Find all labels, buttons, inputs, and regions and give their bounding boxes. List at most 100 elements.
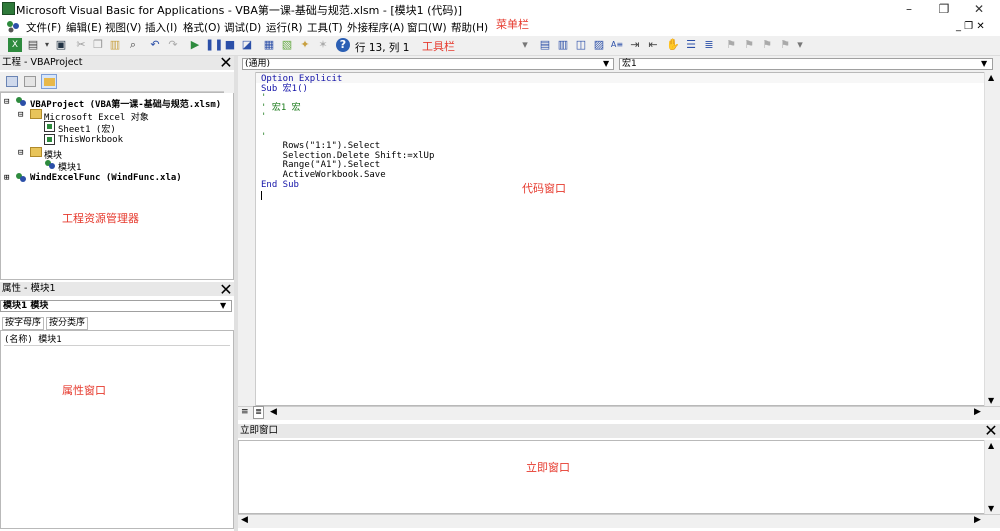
project-explorer-icon[interactable]: ▦: [262, 38, 276, 52]
paste-icon[interactable]: ▥: [108, 38, 122, 52]
tree-toggle-icon[interactable]: ⊟: [4, 97, 9, 107]
redo-icon[interactable]: ↷: [166, 38, 180, 52]
design-mode-icon[interactable]: ◪: [240, 38, 254, 52]
addin-project-icon: [15, 172, 27, 183]
menu-view[interactable]: 视图(V): [105, 20, 141, 35]
code-vertical-scrollbar[interactable]: [984, 72, 1000, 406]
outdent-icon[interactable]: ⇤: [646, 38, 660, 52]
code-editor[interactable]: [238, 72, 1000, 406]
tree-toggle-icon[interactable]: ⊞: [4, 173, 9, 183]
list-constants-icon[interactable]: ▥: [556, 38, 570, 52]
break-icon[interactable]: ❚❚: [205, 38, 223, 52]
scroll-right-icon[interactable]: ▶: [974, 515, 981, 525]
excel-view-icon[interactable]: [6, 20, 20, 33]
tab-alphabetic[interactable]: 按字母序: [2, 317, 45, 330]
code-horizontal-scrollbar[interactable]: [238, 406, 1000, 420]
annotation-properties: 属性窗口: [62, 384, 106, 397]
complete-word-icon[interactable]: A≡: [610, 38, 624, 52]
minimize-button[interactable]: –: [892, 0, 926, 18]
code-line[interactable]: ': [261, 113, 266, 123]
list-properties-icon[interactable]: ▤: [538, 38, 552, 52]
menu-help[interactable]: 帮助(H): [451, 20, 488, 35]
quick-info-icon[interactable]: ◫: [574, 38, 588, 52]
property-row-name[interactable]: (名称) 模块1: [4, 332, 230, 346]
tree-item-vbaproject[interactable]: VBAProject (VBA第一课-基础与规范.xlsm): [30, 97, 221, 110]
code-line[interactable]: End Sub: [261, 180, 299, 191]
toggle-folders-icon[interactable]: [41, 74, 57, 89]
scroll-down-icon[interactable]: ▼: [988, 396, 994, 405]
menu-addins[interactable]: 外接程序(A): [347, 20, 404, 35]
undo-icon[interactable]: ↶: [148, 38, 162, 52]
restore-button[interactable]: ❐: [927, 0, 961, 18]
menu-debug[interactable]: 调试(D): [224, 20, 261, 35]
properties-close-icon[interactable]: ✕: [219, 282, 233, 298]
text-cursor: [261, 191, 262, 200]
view-excel-icon[interactable]: X: [8, 38, 22, 52]
toolbox-icon[interactable]: ✶: [316, 38, 330, 52]
menu-edit[interactable]: 编辑(E): [66, 20, 102, 35]
menu-format[interactable]: 格式(O): [183, 20, 220, 35]
full-module-view-icon[interactable]: ≣: [253, 406, 264, 419]
code-line[interactable]: Sub 宏1(): [261, 84, 308, 95]
immediate-horizontal-scrollbar[interactable]: [238, 514, 1000, 528]
indent-icon[interactable]: ⇥: [628, 38, 642, 52]
copy-icon[interactable]: ❐: [91, 38, 105, 52]
immediate-close-icon[interactable]: ✕: [984, 423, 998, 439]
uncomment-block-icon[interactable]: ≣: [702, 38, 716, 52]
save-icon[interactable]: ▣: [54, 38, 68, 52]
reset-icon[interactable]: ■: [223, 38, 237, 52]
insert-userform-icon[interactable]: ▤: [26, 38, 40, 52]
procedure-combo[interactable]: 宏1: [619, 58, 993, 70]
menu-insert[interactable]: 插入(I): [145, 20, 177, 35]
menu-file[interactable]: 文件(F): [26, 20, 61, 35]
properties-icon[interactable]: ▧: [280, 38, 294, 52]
scroll-right-icon[interactable]: ▶: [974, 407, 981, 417]
parameter-info-icon[interactable]: ▨: [592, 38, 606, 52]
project-explorer-scrollbar[interactable]: [224, 73, 234, 93]
previous-bookmark-icon[interactable]: ⚑: [760, 38, 774, 52]
toggle-breakpoint-icon[interactable]: ✋: [666, 38, 680, 52]
procedure-view-icon[interactable]: ≡: [241, 407, 249, 417]
clear-bookmarks-icon[interactable]: ⚑: [778, 38, 792, 52]
code-line[interactable]: ' 宏1 宏: [261, 103, 301, 114]
run-icon[interactable]: ▶: [188, 38, 202, 52]
menu-tools[interactable]: 工具(T): [307, 20, 343, 35]
help-icon[interactable]: ?: [336, 38, 350, 52]
immediate-window-input[interactable]: [238, 440, 1000, 514]
scroll-up-icon[interactable]: ▲: [988, 441, 994, 450]
chevron-down-icon[interactable]: ▼: [220, 301, 226, 310]
view-object-icon[interactable]: [24, 76, 36, 87]
menu-window[interactable]: 窗口(W): [407, 20, 447, 35]
toolbar-overflow-icon-2[interactable]: ▾: [793, 38, 807, 52]
close-button[interactable]: ✕: [962, 0, 996, 18]
toggle-bookmark-icon[interactable]: ⚑: [724, 38, 738, 52]
cut-icon[interactable]: ✂: [74, 38, 88, 52]
tree-item-thisworkbook[interactable]: ThisWorkbook: [58, 135, 123, 145]
chevron-down-icon[interactable]: ▼: [603, 59, 609, 68]
dropdown-arrow-icon[interactable]: ▾: [40, 38, 54, 52]
object-browser-icon[interactable]: ✦: [298, 38, 312, 52]
scroll-left-icon[interactable]: ◀: [270, 407, 277, 417]
scroll-left-icon[interactable]: ◀: [241, 515, 248, 525]
tree-item-windexcelfunc[interactable]: WindExcelFunc (WindFunc.xla): [30, 173, 182, 183]
toolbar-overflow-icon[interactable]: ▾: [518, 38, 532, 52]
next-bookmark-icon[interactable]: ⚑: [742, 38, 756, 52]
scroll-up-icon[interactable]: ▲: [988, 73, 994, 82]
tree-item-module1[interactable]: 模块1: [58, 160, 81, 173]
chevron-down-icon[interactable]: ▼: [981, 59, 987, 68]
tree-toggle-icon[interactable]: ⊟: [18, 148, 23, 158]
object-combo[interactable]: (通用): [242, 58, 614, 70]
tab-categorized[interactable]: 按分类序: [46, 317, 89, 330]
properties-object-selector[interactable]: 模块1 模块: [0, 300, 232, 312]
view-code-icon[interactable]: [6, 76, 18, 87]
child-window-controls[interactable]: _ ❐ ✕: [956, 21, 985, 32]
tree-toggle-icon[interactable]: ⊟: [18, 110, 23, 120]
comment-block-icon[interactable]: ☰: [684, 38, 698, 52]
tree-item-sheet1[interactable]: Sheet1 (宏): [58, 122, 116, 135]
menu-run[interactable]: 运行(R): [266, 20, 303, 35]
margin-indicator-bar[interactable]: [238, 72, 256, 406]
scroll-down-icon[interactable]: ▼: [988, 504, 994, 513]
project-explorer-close-icon[interactable]: ✕: [219, 55, 233, 71]
immediate-vertical-scrollbar[interactable]: [984, 440, 1000, 514]
find-icon[interactable]: ⌕: [126, 38, 140, 52]
